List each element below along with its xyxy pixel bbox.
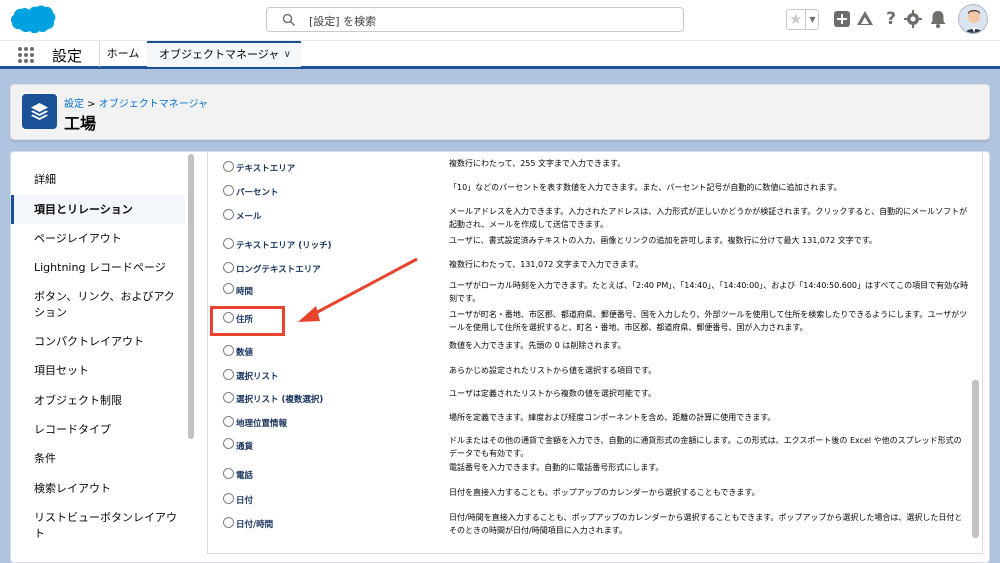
sidebar: 詳細 項目とリレーション ページレイアウト Lightning レコードページ …	[11, 152, 197, 562]
breadcrumb-object-manager-link[interactable]: オブジェクトマネージャ	[99, 99, 208, 110]
tab-object-manager[interactable]: オブジェクトマネージャ ∨	[147, 41, 301, 67]
search-placeholder: [設定] を検索	[309, 15, 377, 28]
sidebar-item-search-layouts[interactable]: 検索レイアウト	[11, 481, 185, 497]
field-type-label[interactable]: 選択リスト (複数選択)	[236, 393, 323, 405]
field-type-label[interactable]: 電話	[236, 469, 253, 481]
app-navigation-bar: 設定 ホーム オブジェクトマネージャ ∨	[0, 40, 1000, 69]
sidebar-scrollbar-thumb[interactable]	[188, 154, 194, 439]
breadcrumb-separator: >	[84, 99, 99, 110]
field-type-label[interactable]: 選択リスト	[236, 370, 279, 382]
tab-object-manager-label: オブジェクトマネージャ	[159, 48, 280, 61]
field-type-radio[interactable]	[223, 283, 234, 294]
field-type-description: ユーザは定義されたリストから複数の値を選択可能です。	[449, 389, 657, 398]
chevron-down-icon[interactable]: ▼	[805, 10, 819, 29]
add-icon[interactable]	[832, 9, 852, 29]
content-scrollbar-thumb[interactable]	[972, 380, 979, 538]
layers-icon	[22, 94, 57, 129]
avatar[interactable]	[958, 4, 988, 34]
field-type-radio[interactable]	[223, 345, 234, 356]
sidebar-item-page-layouts[interactable]: ページレイアウト	[11, 231, 185, 247]
field-type-label[interactable]: パーセント	[236, 186, 279, 198]
app-launcher-icon[interactable]	[18, 47, 34, 63]
field-type-radio[interactable]	[223, 209, 234, 220]
field-type-description: 日付/時間を直接入力することも、ポップアップのカレンダーから選択することもできま…	[449, 513, 963, 535]
field-type-description: 日付を直接入力することも、ポップアップのカレンダーから選択することもできます。	[449, 488, 760, 497]
field-type-description: 場所を定義できます。緯度および経度コンポーネントを含め、距離の計算に使用できます…	[449, 413, 776, 422]
field-type-radio[interactable]	[223, 392, 234, 403]
field-type-description: 複数行にわたって、255 文字まで入力できます。	[449, 159, 626, 168]
field-type-description: 電話番号を入力できます。自動的に電話番号形式にします。	[449, 463, 664, 472]
field-type-description: あらかじめ設定されたリストから値を選択する項目です。	[449, 366, 657, 375]
page-title: 工場	[64, 114, 97, 133]
field-type-radio[interactable]	[223, 416, 234, 427]
field-type-label[interactable]: 数値	[236, 346, 253, 358]
field-type-radio[interactable]	[223, 161, 234, 172]
help-icon[interactable]: ?	[881, 9, 901, 29]
field-type-description: ユーザがローカル時刻を入力できます。たとえば、「2:40 PM」、「14:40」…	[449, 281, 969, 303]
sidebar-item-buttons-links-actions[interactable]: ボタン、リンク、およびアクション	[11, 289, 185, 321]
global-header: [設定] を検索 ★ ▼ ?	[0, 0, 1000, 40]
field-type-description: 数値を入力できます。先頭の 0 は削除されます。	[449, 341, 626, 350]
field-type-description: 「10」などのパーセントを表す数値を入力できます。また、パーセント記号が自動的に…	[449, 183, 842, 192]
annotation-arrow-icon	[298, 257, 418, 322]
bell-icon[interactable]	[928, 9, 948, 29]
page-header: 設定 > オブジェクトマネージャ 工場	[10, 84, 990, 140]
field-type-description: 複数行にわたって、131,072 文字まで入力できます。	[449, 260, 644, 269]
field-type-radio[interactable]	[223, 493, 234, 504]
field-type-description: ユーザに、書式設定済みテキストの入力、画像とリンクの追加を許可します。複数行に分…	[449, 236, 877, 245]
field-type-label[interactable]: テキストエリア	[236, 162, 295, 174]
field-type-radio[interactable]	[223, 438, 234, 449]
sidebar-item-list-view-button-layout[interactable]: リストビューボタンレイアウト	[11, 510, 185, 542]
trailhead-icon[interactable]	[855, 9, 875, 29]
search-icon	[282, 13, 295, 26]
breadcrumb: 設定 > オブジェクトマネージャ	[64, 95, 208, 110]
field-type-description: メールアドレスを入力できます。入力されたアドレスは、入力形式が正しいかどうかが検…	[449, 207, 968, 229]
main-panel: 詳細 項目とリレーション ページレイアウト Lightning レコードページ …	[10, 151, 990, 563]
field-type-radio[interactable]	[223, 238, 234, 249]
highlight-box	[210, 306, 285, 336]
sidebar-item-fields-relationships[interactable]: 項目とリレーション	[11, 195, 185, 224]
field-type-list: テキストエリア 複数行にわたって、255 文字まで入力できます。 パーセント 「…	[207, 152, 983, 554]
breadcrumb-setup-link[interactable]: 設定	[64, 99, 84, 110]
field-type-radio[interactable]	[223, 517, 234, 528]
user-avatar-icon	[964, 10, 984, 33]
gear-icon[interactable]	[903, 9, 923, 29]
chevron-down-icon[interactable]: ∨	[284, 43, 291, 66]
field-type-label[interactable]: 通貨	[236, 440, 253, 452]
search-input[interactable]: [設定] を検索	[266, 7, 684, 32]
sidebar-item-compact-layouts[interactable]: コンパクトレイアウト	[11, 334, 185, 350]
field-type-description: ユーザが町名・番地、市区郡、都道府県、郵便番号、国を入力したり、外部ツールを使用…	[449, 310, 968, 332]
app-name: 設定	[52, 47, 83, 65]
field-type-label[interactable]: 日付/時間	[236, 518, 273, 530]
field-type-radio[interactable]	[223, 468, 234, 479]
field-type-label[interactable]: 日付	[236, 494, 253, 506]
sidebar-item-object-limits[interactable]: オブジェクト制限	[11, 393, 185, 409]
tab-home[interactable]: ホーム	[99, 41, 147, 67]
field-type-radio[interactable]	[223, 262, 234, 273]
sidebar-item-lightning-record-pages[interactable]: Lightning レコードページ	[11, 260, 185, 276]
sidebar-item-field-sets[interactable]: 項目セット	[11, 363, 185, 379]
field-type-radio[interactable]	[223, 369, 234, 380]
sidebar-item-conditions[interactable]: 条件	[11, 451, 185, 467]
field-type-label[interactable]: メール	[236, 210, 262, 222]
favorites-button[interactable]: ★ ▼	[786, 9, 819, 30]
field-type-description: ドルまたはその他の通貨で金額を入力でき、自動的に通貨形式の金額にします。この形式…	[449, 436, 962, 458]
salesforce-cloud-logo[interactable]	[10, 5, 56, 35]
field-type-label[interactable]: 時間	[236, 285, 253, 297]
field-type-label[interactable]: 地理位置情報	[236, 417, 287, 429]
sidebar-item-record-types[interactable]: レコードタイプ	[11, 422, 185, 438]
star-icon[interactable]: ★	[789, 10, 802, 29]
sidebar-item-details[interactable]: 詳細	[11, 172, 185, 188]
field-type-radio[interactable]	[223, 185, 234, 196]
